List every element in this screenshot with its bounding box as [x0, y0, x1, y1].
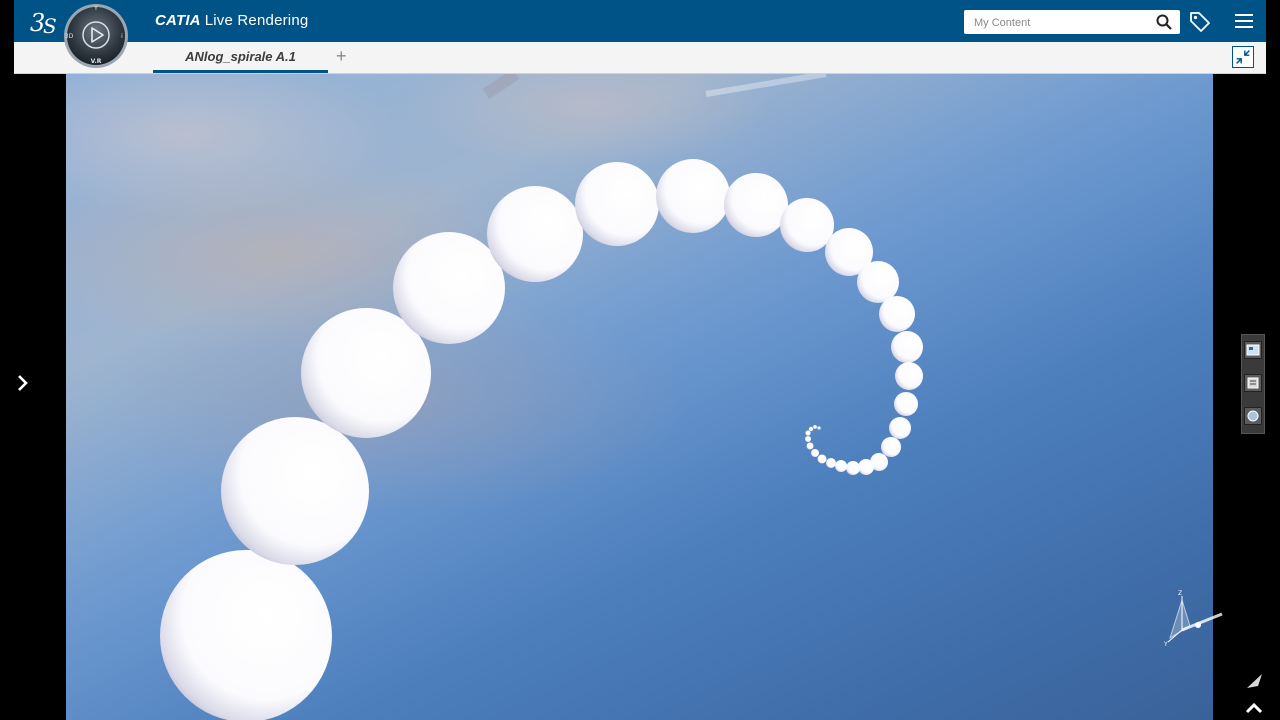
dassault-logo-icon[interactable]: 3 S [28, 5, 60, 37]
side-toolbar [1241, 334, 1265, 434]
sphere[interactable] [160, 550, 332, 720]
environment-button[interactable] [1244, 407, 1262, 425]
sphere[interactable] [826, 458, 836, 468]
sphere[interactable] [858, 459, 874, 475]
spiral-model[interactable] [66, 74, 1213, 720]
sphere[interactable] [808, 426, 814, 432]
sphere[interactable] [724, 173, 788, 237]
sphere[interactable] [221, 417, 369, 565]
axis-z-label: Z [1178, 590, 1182, 597]
layers-icon [1247, 377, 1259, 389]
active-tab-indicator [153, 70, 328, 73]
sphere[interactable] [889, 417, 911, 439]
pen-icon[interactable] [1244, 670, 1266, 690]
axis-y-label: Y [1163, 641, 1168, 648]
sphere[interactable] [575, 162, 659, 246]
compass-label: V.R [91, 58, 102, 65]
sphere[interactable] [895, 362, 923, 390]
sphere[interactable] [881, 437, 901, 457]
sphere[interactable] [656, 159, 730, 233]
sphere[interactable] [817, 454, 827, 464]
sphere[interactable] [813, 425, 817, 429]
svg-text:Y: Y [93, 5, 98, 12]
collapse-icon[interactable] [1232, 46, 1254, 68]
sphere[interactable] [393, 232, 505, 344]
compass-left-label: 3D [65, 33, 74, 40]
layers-button[interactable] [1244, 374, 1262, 392]
view-settings-button[interactable] [1244, 341, 1262, 359]
hamburger-menu-icon[interactable] [1234, 11, 1254, 31]
top-bar: 3 S CATIA Live Rendering [14, 0, 1266, 43]
sphere[interactable] [487, 186, 583, 282]
app-brand: CATIA [155, 12, 201, 29]
add-tab-button[interactable]: + [336, 46, 347, 66]
axis-triad-icon[interactable]: Z Y [1160, 588, 1224, 648]
sphere[interactable] [879, 296, 915, 332]
tab-bar: ANlog_spirale A.1 + [14, 42, 1266, 74]
environment-icon [1247, 410, 1259, 422]
tag-icon[interactable] [1188, 9, 1212, 33]
chevron-right-icon[interactable] [16, 374, 30, 392]
app-name: Live Rendering [204, 12, 309, 29]
sphere[interactable] [817, 426, 821, 430]
tab-label: ANlog_spirale A.1 [185, 49, 296, 64]
svg-text:S: S [43, 14, 57, 37]
sphere[interactable] [835, 460, 847, 472]
search-box [964, 10, 1180, 35]
sphere[interactable] [846, 461, 860, 475]
sphere[interactable] [891, 331, 923, 363]
search-input[interactable] [972, 11, 1156, 35]
chevron-up-icon[interactable] [1244, 700, 1264, 716]
app-title: CATIA Live Rendering [155, 12, 308, 29]
sphere[interactable] [894, 392, 918, 416]
sphere[interactable] [811, 449, 819, 457]
sphere[interactable] [780, 198, 834, 252]
sphere[interactable] [805, 436, 811, 442]
sphere[interactable] [805, 430, 811, 436]
sphere[interactable] [806, 442, 814, 450]
view-settings-icon [1246, 344, 1260, 356]
tab-anlog-spirale[interactable]: ANlog_spirale A.1 [153, 42, 328, 73]
search-icon[interactable] [1156, 14, 1172, 30]
render-viewport[interactable] [66, 74, 1213, 720]
compass-play-icon[interactable]: Y 3D i V.R [60, 2, 132, 70]
